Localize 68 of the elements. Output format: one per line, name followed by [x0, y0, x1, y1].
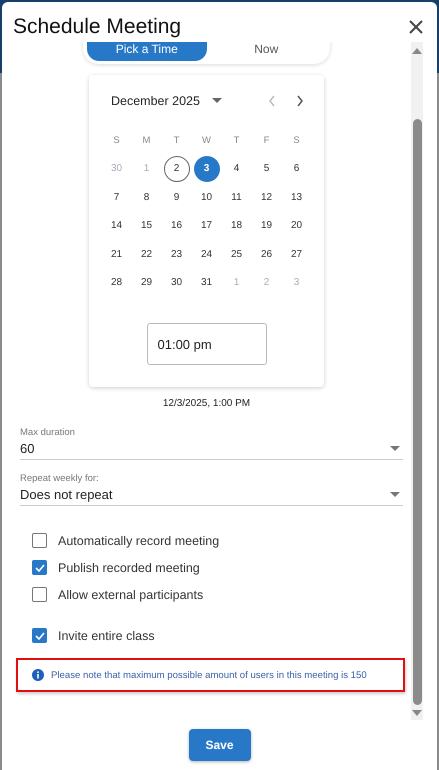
calendar-day[interactable]: 5 — [254, 156, 280, 182]
scrollbar[interactable] — [411, 42, 423, 720]
calendar-day[interactable]: 12 — [254, 184, 280, 210]
calendar-day[interactable]: 4 — [224, 156, 250, 182]
scroll-up-icon[interactable] — [412, 48, 422, 54]
checkbox[interactable] — [32, 533, 47, 548]
checkbox-label: Publish recorded meeting — [58, 560, 200, 574]
info-icon — [32, 669, 44, 681]
calendar-day[interactable]: 25 — [224, 241, 250, 268]
caret-icon — [390, 492, 400, 497]
calendar-day[interactable]: 23 — [164, 241, 190, 268]
save-button[interactable]: Save — [188, 729, 250, 761]
calendar-day[interactable]: 29 — [134, 270, 160, 296]
weekday-label: S — [292, 134, 301, 148]
weekday-label: S — [112, 134, 121, 148]
checkbox[interactable] — [32, 628, 47, 643]
calendar-day[interactable]: 31 — [194, 270, 220, 296]
close-icon — [409, 20, 423, 34]
calendar-day[interactable]: 10 — [194, 184, 220, 210]
calendar-day[interactable]: 24 — [194, 241, 220, 268]
calendar-day[interactable]: 26 — [254, 241, 280, 268]
checkbox[interactable] — [32, 587, 47, 602]
chevron-left-icon — [268, 95, 276, 107]
checkbox[interactable] — [32, 560, 47, 575]
dialog-title: Schedule Meeting — [13, 14, 182, 40]
calendar-day[interactable]: 18 — [224, 212, 250, 239]
checkbox-label: Allow external participants — [58, 588, 204, 602]
calendar-day[interactable]: 17 — [194, 212, 220, 239]
selected-datetime: 12/3/2025, 1:00 PM — [162, 398, 250, 409]
chevron-right-icon — [296, 95, 304, 107]
checkbox-label: Automatically record meeting — [58, 534, 220, 548]
weekday-label: W — [201, 134, 212, 148]
check-icon — [34, 632, 44, 640]
calendar-day[interactable]: 7 — [104, 184, 130, 210]
calendar-day[interactable]: 27 — [284, 241, 310, 268]
month-selector[interactable]: December 2025 — [111, 94, 222, 108]
calendar-day[interactable]: 14 — [104, 212, 130, 239]
weekday-label: F — [262, 134, 270, 148]
max-duration-select[interactable]: Max duration 60 — [20, 427, 403, 460]
calendar-day[interactable]: 21 — [104, 241, 130, 268]
repeat-select[interactable]: Repeat weekly for: Does not repeat — [20, 473, 403, 506]
caret-icon — [212, 98, 222, 104]
calendar-day[interactable]: 9 — [164, 184, 190, 210]
close-button[interactable] — [409, 20, 423, 34]
weekday-label: T — [172, 134, 180, 148]
caret-icon — [390, 446, 400, 451]
calendar-day[interactable]: 20 — [284, 212, 310, 239]
calendar-day[interactable]: 3 — [194, 156, 220, 182]
calendar-day[interactable]: 22 — [134, 241, 160, 268]
weekday-label: M — [142, 134, 152, 148]
calendar-day[interactable]: 11 — [224, 184, 250, 210]
calendar-day[interactable]: 16 — [164, 212, 190, 239]
check-icon — [34, 564, 44, 572]
calendar-day[interactable]: 13 — [284, 184, 310, 210]
calendar-day[interactable]: 6 — [284, 156, 310, 182]
scroll-down-icon[interactable] — [412, 710, 422, 716]
time-field[interactable]: 01:00 pm — [146, 323, 266, 365]
calendar-day[interactable]: 15 — [134, 212, 160, 239]
calendar-day[interactable]: 30 — [164, 270, 190, 296]
mode-tab[interactable]: Pick a Time — [87, 42, 206, 61]
mode-tab[interactable]: Now — [206, 42, 326, 61]
calendar-day[interactable]: 19 — [254, 212, 280, 239]
calendar-day[interactable]: 28 — [104, 270, 130, 296]
notice-text: Please note that maximum possible amount of users in this meeting is 150 — [51, 670, 367, 680]
calendar-day[interactable]: 8 — [134, 184, 160, 210]
checkbox-label: Invite entire class — [58, 628, 155, 642]
weekday-label: T — [232, 134, 240, 148]
calendar-day[interactable]: 2 — [164, 156, 190, 182]
